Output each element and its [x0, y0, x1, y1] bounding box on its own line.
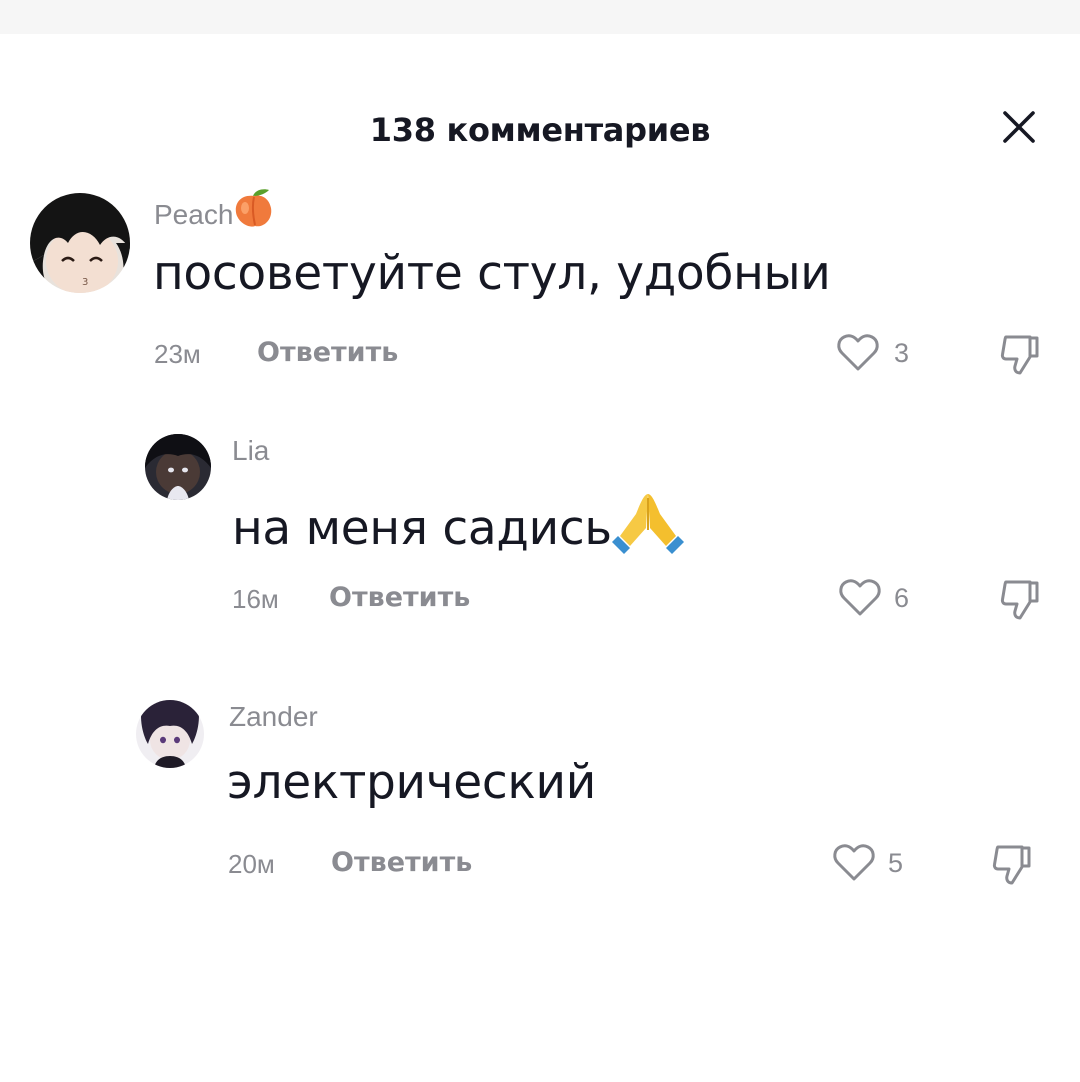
heart-outline-icon	[839, 579, 881, 616]
reply-button[interactable]: Ответить	[329, 582, 470, 614]
avatar-image	[145, 434, 211, 500]
comment-time: 20м	[228, 849, 275, 879]
like-button[interactable]	[838, 578, 882, 618]
like-count: 5	[888, 848, 904, 878]
thumbs-down-outline-icon	[1000, 335, 1039, 375]
dislike-button[interactable]	[1000, 578, 1040, 622]
svg-text:3: 3	[82, 277, 88, 288]
like-button[interactable]	[836, 333, 880, 373]
comment-text: электрический	[227, 755, 597, 810]
top-band	[0, 0, 1080, 34]
close-icon	[1003, 111, 1035, 143]
avatar[interactable]	[136, 700, 204, 768]
avatar[interactable]	[145, 434, 211, 500]
dislike-button[interactable]	[992, 843, 1032, 887]
peach-emoji	[233, 188, 275, 236]
heart-outline-icon	[833, 844, 875, 881]
comments-count-title: 138 комментариев	[369, 111, 711, 149]
comment-time: 16м	[232, 584, 279, 614]
comment-username[interactable]: Lia	[232, 434, 269, 468]
comment-username[interactable]: Peach	[154, 188, 275, 236]
comment-text: на меня садись	[232, 490, 684, 569]
reply-button[interactable]: Ответить	[331, 847, 472, 879]
comment-text: посоветуйте стул, удобныи	[153, 246, 831, 301]
comment-time: 23м	[154, 339, 201, 369]
reply-button[interactable]: Ответить	[257, 337, 398, 369]
thumbs-down-outline-icon	[992, 845, 1031, 885]
heart-outline-icon	[837, 334, 879, 371]
folded-hands-emoji	[611, 490, 684, 569]
thumbs-down-outline-icon	[1000, 580, 1039, 620]
like-button[interactable]	[832, 843, 876, 883]
like-count: 6	[894, 583, 910, 613]
avatar-image: 3	[30, 193, 130, 293]
close-button[interactable]	[994, 102, 1044, 152]
dislike-button[interactable]	[1000, 333, 1040, 377]
avatar-image	[136, 700, 204, 768]
comment-username[interactable]: Zander	[229, 700, 318, 734]
like-count: 3	[894, 338, 910, 368]
avatar[interactable]: 3	[30, 193, 130, 293]
